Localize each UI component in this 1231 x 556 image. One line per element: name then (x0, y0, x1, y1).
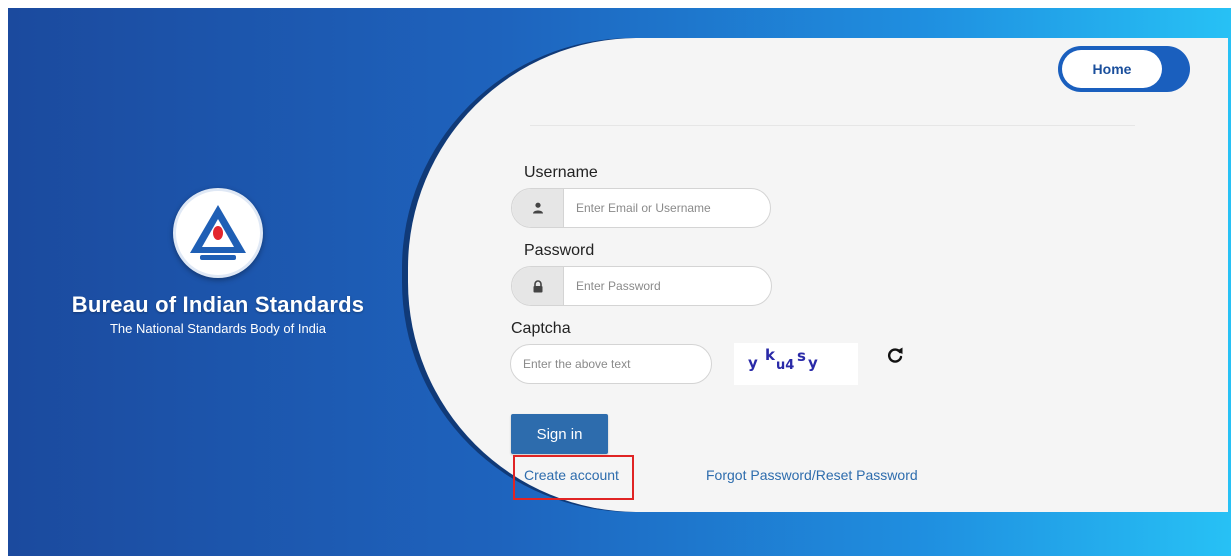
captcha-char: s (797, 347, 806, 365)
home-button-label: Home (1062, 50, 1162, 88)
password-input[interactable] (564, 267, 771, 305)
bis-logo-icon (173, 188, 263, 278)
brand-title: Bureau of Indian Standards (71, 292, 365, 317)
captcha-char: u4 (776, 358, 795, 373)
username-input[interactable] (564, 189, 770, 227)
home-button[interactable]: Home (1058, 46, 1190, 92)
divider (530, 125, 1135, 126)
captcha-char: y (808, 354, 818, 372)
branding: Bureau of Indian Standards The National … (48, 188, 388, 336)
forgot-password-link[interactable]: Forgot Password/Reset Password (706, 467, 918, 483)
refresh-icon[interactable] (884, 344, 906, 366)
captcha-input[interactable] (511, 345, 711, 383)
signin-button[interactable]: Sign in (511, 414, 608, 454)
captcha-group (510, 344, 712, 384)
captcha-label: Captcha (511, 320, 571, 337)
captcha-char: k (765, 346, 775, 364)
username-label: Username (524, 164, 598, 181)
captcha-char: y (748, 354, 758, 372)
lock-icon (512, 267, 564, 305)
password-group (511, 266, 772, 306)
username-group (511, 188, 771, 228)
captcha-image: y k u4 s y (734, 343, 858, 385)
user-icon (512, 189, 564, 227)
highlight-box (513, 455, 634, 500)
password-label: Password (524, 242, 595, 259)
brand-subtitle: The National Standards Body of India (109, 321, 327, 336)
